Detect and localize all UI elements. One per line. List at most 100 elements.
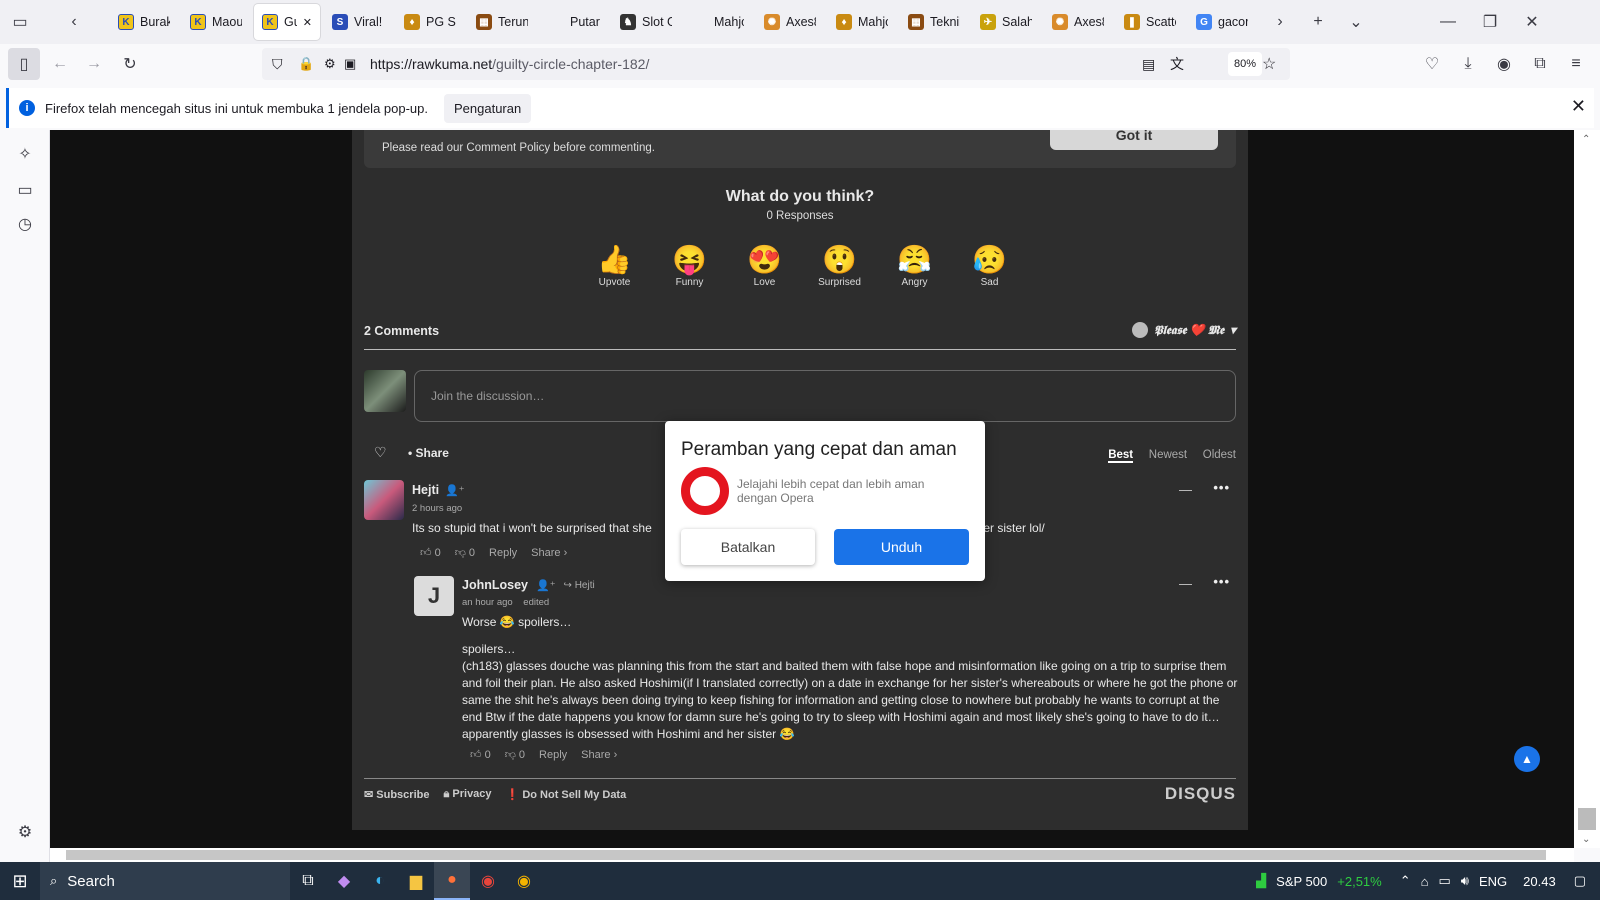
ai-chat-icon[interactable]: ✧ (13, 142, 37, 166)
upvote-button[interactable]: 👍︎ 0 (470, 748, 491, 761)
stock-change[interactable]: +2,51% (1337, 874, 1381, 889)
sort-oldest[interactable]: Oldest (1203, 449, 1236, 461)
browser-tab[interactable]: ▦ Teknik (900, 4, 968, 40)
comment-input[interactable]: Join the discussion… (414, 370, 1236, 422)
download-button[interactable]: Unduh (834, 529, 969, 565)
chrome-icon[interactable]: ◉ (470, 862, 506, 900)
close-window-icon[interactable]: ✕ (1516, 6, 1548, 38)
browser-tab[interactable]: ▦ Terun (468, 4, 536, 40)
menu-icon[interactable]: ≡ (1560, 48, 1592, 80)
upvote-button[interactable]: 👍︎ 0 (420, 546, 441, 559)
downloads-icon[interactable]: ⤓ (1452, 48, 1484, 80)
history-icon[interactable]: ◷ (13, 212, 37, 236)
comment-avatar-initial[interactable]: J (414, 576, 454, 616)
more-options-icon[interactable]: ••• (1213, 574, 1230, 589)
reader-view-icon[interactable]: ▤ (1142, 56, 1155, 73)
url-text[interactable]: https://rawkuma.net/guilty-circle-chapte… (370, 56, 649, 72)
extensions-icon[interactable]: ⧉ (1524, 48, 1556, 80)
hidden-icons-chevron-icon[interactable]: ⌃ (1400, 873, 1411, 889)
comment-time[interactable]: 2 hours ago (412, 503, 462, 514)
notifications-icon[interactable]: ▢ (1574, 873, 1586, 889)
close-tab-icon[interactable]: ✕ (303, 16, 312, 29)
list-all-tabs-icon[interactable]: ⌄ (1340, 6, 1372, 38)
sidebar-toggle-icon[interactable]: ▯ (8, 48, 40, 80)
downvote-button[interactable]: 👎︎ 0 (505, 748, 525, 761)
vertical-scrollbar[interactable]: ⌃ ⌄ (1574, 130, 1600, 848)
minimize-icon[interactable]: — (1432, 6, 1464, 38)
scroll-up-icon[interactable]: ⌃ (1582, 134, 1590, 145)
browser-tab[interactable]: Mahjong (684, 4, 752, 40)
clock-time[interactable]: 20.43 (1523, 874, 1556, 889)
browser-tab[interactable]: ✺ Axes8 (756, 4, 824, 40)
follow-user-icon[interactable]: 👤⁺ (445, 484, 465, 497)
user-menu[interactable]: 𝕻𝖑𝖊𝖆𝖘𝖊 ❤️ 𝕸𝖊 ▾ (1131, 322, 1236, 338)
recommend-heart-icon[interactable]: ♡ (374, 444, 387, 461)
scroll-top-button[interactable]: ▲ (1514, 746, 1540, 772)
reaction-funny[interactable]: 😝 Funny (661, 243, 718, 288)
network-icon[interactable]: ⌂ (1421, 874, 1429, 889)
browser-tab[interactable]: S Viral! (324, 4, 392, 40)
browser-tab[interactable]: Putaran M (540, 4, 608, 40)
comment-avatar[interactable] (364, 480, 404, 520)
lock-icon[interactable]: 🔒 (298, 56, 314, 72)
in-reply-to[interactable]: ↪ Hejti (564, 580, 595, 591)
tab-scroll-right-icon[interactable]: › (1264, 6, 1296, 38)
firefox-icon[interactable]: ● (434, 862, 470, 900)
reload-icon[interactable]: ↻ (114, 48, 146, 80)
settings-button[interactable]: Pengaturan (444, 93, 532, 123)
scroll-down-icon[interactable]: ⌄ (1582, 834, 1590, 845)
reaction-angry[interactable]: 😤 Angry (886, 243, 943, 288)
sort-newest[interactable]: Newest (1149, 449, 1187, 461)
pocket-icon[interactable]: ♡ (1416, 48, 1448, 80)
zoom-level[interactable]: 80% (1228, 52, 1263, 76)
display-icon[interactable]: ▭ (1438, 873, 1450, 889)
browser-tab[interactable]: Ggacor (1188, 4, 1256, 40)
browser-tab[interactable]: K Gui ✕ (254, 4, 320, 40)
collapse-icon[interactable]: — (1179, 576, 1192, 591)
browser-tab[interactable]: ♞ Slot G (612, 4, 680, 40)
windows-start-icon[interactable]: ⊞ (0, 862, 40, 900)
share-thread[interactable]: • Share (408, 446, 449, 460)
permissions-icon[interactable]: ⚙ (324, 56, 336, 72)
sort-best[interactable]: Best (1108, 449, 1134, 463)
file-explorer-icon[interactable]: ▆ (398, 862, 434, 900)
reaction-surprised[interactable]: 😲 Surprised (811, 243, 868, 288)
reaction-upvote[interactable]: 👍 Upvote (586, 243, 643, 288)
comment-author[interactable]: JohnLosey (462, 578, 528, 592)
collapse-icon[interactable]: — (1179, 482, 1192, 497)
comment-author[interactable]: Hejti (412, 483, 439, 497)
maximize-icon[interactable]: ❐ (1474, 6, 1506, 38)
cancel-button[interactable]: Batalkan (681, 529, 815, 565)
reaction-sad[interactable]: 😥 Sad (961, 243, 1018, 288)
close-icon[interactable]: ✕ (1571, 96, 1586, 117)
got-it-button[interactable]: Got it (1050, 130, 1218, 150)
browser-tab[interactable]: ✈ Salah (972, 4, 1040, 40)
do-not-sell-link[interactable]: ❗ Do Not Sell My Data (506, 788, 627, 801)
edge-icon[interactable]: ◐ (362, 862, 398, 900)
taskbar-search[interactable]: ⌕ Search (40, 862, 290, 900)
reply-button[interactable]: Reply (539, 749, 567, 761)
bookmark-star-icon[interactable]: ☆ (1262, 54, 1276, 74)
browser-tab[interactable]: ✺ Axes8 (1044, 4, 1112, 40)
browser-tab[interactable]: ♦ Mahjo (828, 4, 896, 40)
more-options-icon[interactable]: ••• (1213, 480, 1230, 495)
share-button[interactable]: Share › (531, 547, 567, 559)
tracking-protection-icon[interactable]: ⛉ (272, 56, 283, 73)
follow-user-icon[interactable]: 👤⁺ (536, 579, 556, 592)
new-tab-icon[interactable]: + (1302, 6, 1334, 38)
forward-icon[interactable]: → (78, 48, 110, 80)
reaction-love[interactable]: 😍 Love (736, 243, 793, 288)
browser-tab[interactable]: K Buraki (110, 4, 178, 40)
back-icon[interactable]: ← (44, 48, 76, 80)
downvote-button[interactable]: 👎︎ 0 (455, 546, 475, 559)
url-bar[interactable]: ⛉ 🔒 ⚙ ▣ https://rawkuma.net/guilty-circl… (262, 48, 1290, 80)
translate-icon[interactable]: 文 (1170, 54, 1184, 74)
settings-gear-icon[interactable]: ⚙ (13, 820, 37, 844)
chrome-icon-2[interactable]: ◉ (506, 862, 542, 900)
browser-tab[interactable]: K Maou (182, 4, 250, 40)
privacy-link[interactable]: 🔒︎ Privacy (443, 788, 491, 801)
subscribe-link[interactable]: ✉ Subscribe (364, 788, 429, 801)
language-indicator[interactable]: ENG (1479, 874, 1507, 889)
copilot-icon[interactable]: ◆ (326, 862, 362, 900)
stock-name[interactable]: S&P 500 (1276, 874, 1327, 889)
